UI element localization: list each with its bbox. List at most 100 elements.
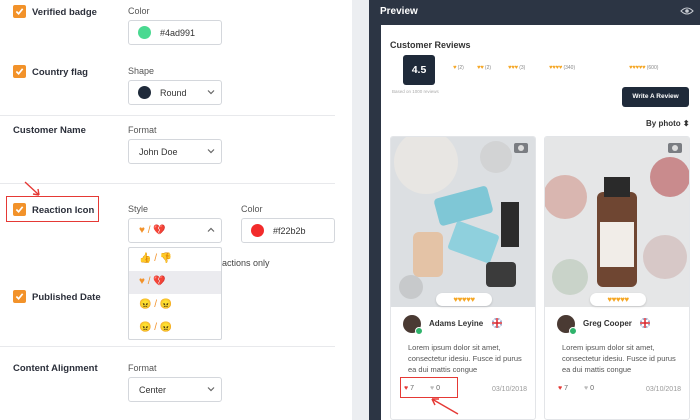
review-rating-hearts: ♥♥♥♥♥ xyxy=(590,293,646,306)
content-alignment-value: Center xyxy=(139,385,167,395)
camera-icon xyxy=(668,143,682,153)
write-review-button[interactable]: Write A Review xyxy=(622,87,689,107)
review-date: 03/10/2018 xyxy=(645,386,681,393)
review-text: Lorem ipsum dolor sit amet, consectetur … xyxy=(562,343,676,374)
broken-heart-icon: ♥ xyxy=(584,385,589,392)
verified-color-value: #4ad991 xyxy=(160,28,196,38)
review-footer: ♥ 7 ♥ 0 03/10/2018 xyxy=(556,384,684,398)
reaction-style-select[interactable]: ♥ / 💔 xyxy=(128,218,222,243)
distribution-count: (2) xyxy=(484,65,492,71)
based-on-text: Based on 1000 reviews xyxy=(392,89,439,94)
average-rating: 4.5 xyxy=(403,55,435,85)
review-card[interactable]: ♥♥♥♥♥ Greg Cooper Lorem ipsum dolor sit … xyxy=(544,136,690,420)
customer-name-format-select[interactable]: John Doe xyxy=(128,139,222,164)
dropdown-option[interactable]: 😠 / 😠 xyxy=(129,317,221,340)
annotation-arrow-icon xyxy=(431,398,459,415)
uk-flag-icon xyxy=(492,318,502,328)
dislike-reaction[interactable]: ♥ 0 xyxy=(584,385,594,392)
dropdown-option-selected[interactable]: ♥ / 💔 xyxy=(129,271,221,294)
like-reaction[interactable]: ♥ 7 xyxy=(558,385,568,392)
divider xyxy=(0,183,335,184)
reaction-icon-label: Reaction Icon xyxy=(32,205,95,216)
shape-select[interactable]: Round xyxy=(128,80,222,105)
verified-badge-checkbox[interactable] xyxy=(13,5,26,18)
shape-value: Round xyxy=(160,88,187,98)
distribution-hearts: ♥♥♥♥ xyxy=(549,65,563,71)
color-swatch xyxy=(138,26,151,39)
published-date-label: Published Date xyxy=(32,292,101,303)
review-rating-hearts: ♥♥♥♥♥ xyxy=(436,293,492,306)
dropdown-option[interactable]: 😠 / 😠 xyxy=(129,294,221,317)
reaction-style-dropdown: 👍 / 👎 ♥ / 💔 😠 / 😠 😠 / 😠 xyxy=(128,247,222,340)
chevron-down-icon xyxy=(207,90,215,95)
option-label: 😠 / 😠 xyxy=(139,322,173,333)
avatar xyxy=(403,315,423,335)
reaction-color-label: Color xyxy=(241,204,263,214)
distribution-item: ♥♥♥ (3) xyxy=(508,65,525,71)
content-alignment-label: Content Alignment xyxy=(13,363,98,374)
like-count: 7 xyxy=(564,385,569,392)
verified-color-label: Color xyxy=(128,6,150,16)
check-icon xyxy=(15,8,24,15)
chevron-down-icon xyxy=(207,387,215,392)
sort-by-select[interactable]: By photo ⬍ xyxy=(646,119,690,128)
verified-badge-label: Verified badge xyxy=(32,7,97,18)
distribution-hearts: ♥♥ xyxy=(477,65,484,71)
shape-swatch xyxy=(138,86,151,99)
dislike-count: 0 xyxy=(590,385,595,392)
distribution-item: ♥♥♥♥ (340) xyxy=(549,65,575,71)
check-icon xyxy=(15,206,24,213)
option-label: 👍 / 👎 xyxy=(139,253,173,264)
dropdown-option[interactable]: 👍 / 👎 xyxy=(129,248,221,271)
distribution-count: (340) xyxy=(563,65,576,71)
avatar xyxy=(557,315,577,335)
review-widget: Customer Reviews 4.5 Based on 1000 revie… xyxy=(381,25,700,420)
distribution-count: (600) xyxy=(646,65,659,71)
reaction-color-picker[interactable]: #f22b2b xyxy=(241,218,335,243)
published-date-checkbox[interactable] xyxy=(13,290,26,303)
eye-icon[interactable] xyxy=(680,6,694,16)
chevron-down-icon xyxy=(207,149,215,154)
verified-check-icon xyxy=(569,327,577,335)
reaction-color-value: #f22b2b xyxy=(273,226,306,236)
reaction-icon-checkbox[interactable] xyxy=(13,203,26,216)
distribution-item: ♥♥♥♥♥ (600) xyxy=(629,65,658,71)
preview-title: Preview xyxy=(380,6,418,17)
customer-name-label: Customer Name xyxy=(13,125,86,136)
review-photo[interactable] xyxy=(545,137,689,307)
distribution-count: (3) xyxy=(519,65,526,71)
divider xyxy=(0,115,335,116)
reaction-style-label: Style xyxy=(128,204,149,214)
distribution-hearts: ♥♥♥ xyxy=(508,65,518,71)
hidden-option-text: actions only xyxy=(222,258,270,268)
option-label: 😠 / 😠 xyxy=(139,299,173,310)
settings-panel: Verified badge Color #4ad991 Country fla… xyxy=(0,0,352,420)
shape-label: Shape xyxy=(128,66,155,76)
option-label: ♥ / 💔 xyxy=(139,276,166,287)
color-swatch xyxy=(251,224,264,237)
distribution-item: ♥ (2) xyxy=(453,65,464,71)
reviewer-name: Adams Leyine xyxy=(429,319,484,328)
widget-heading: Customer Reviews xyxy=(390,40,471,50)
country-flag-checkbox[interactable] xyxy=(13,65,26,78)
uk-flag-icon xyxy=(640,318,650,328)
distribution-hearts: ♥♥♥♥♥ xyxy=(629,65,646,71)
customer-name-format-value: John Doe xyxy=(139,147,178,157)
distribution-item: ♥♥ (2) xyxy=(477,65,491,71)
review-date: 03/10/2018 xyxy=(491,386,527,393)
country-flag-label: Country flag xyxy=(32,67,88,78)
camera-icon xyxy=(514,143,528,153)
distribution-hearts: ♥ xyxy=(453,65,457,71)
reaction-style-value: ♥ / 💔 xyxy=(139,225,166,236)
verified-color-picker[interactable]: #4ad991 xyxy=(128,20,222,45)
distribution-count: (2) xyxy=(457,65,464,71)
customer-name-format-label: Format xyxy=(128,125,157,135)
content-alignment-select[interactable]: Center xyxy=(128,377,222,402)
check-icon xyxy=(15,293,24,300)
heart-icon: ♥ xyxy=(558,385,563,392)
review-text: Lorem ipsum dolor sit amet, consectetur … xyxy=(408,343,522,374)
content-alignment-format-label: Format xyxy=(128,363,157,373)
divider xyxy=(0,346,335,347)
verified-check-icon xyxy=(415,327,423,335)
review-photo[interactable] xyxy=(391,137,535,307)
